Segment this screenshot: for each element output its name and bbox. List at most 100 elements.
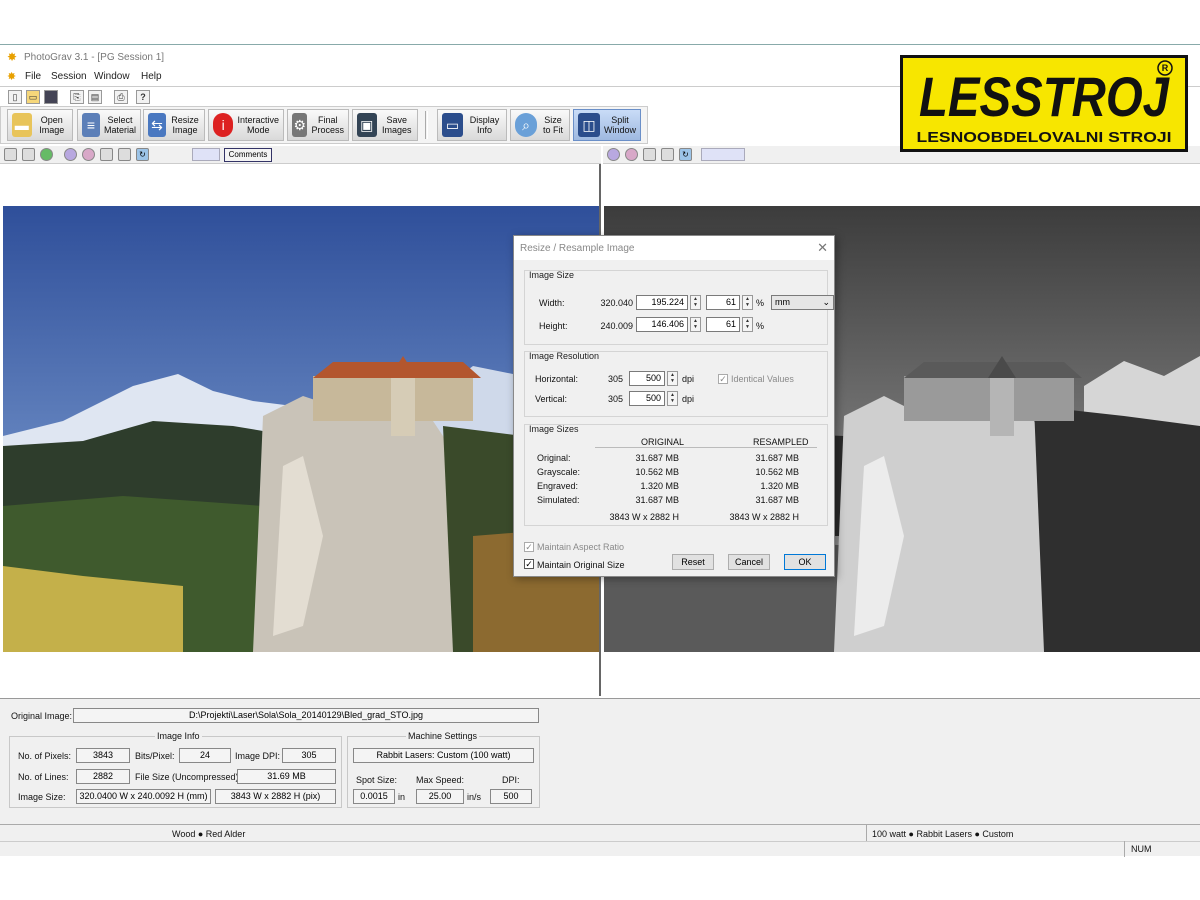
width-original: 320.040 [600,298,633,308]
size-row-label: Original: [537,453,571,463]
max-speed-unit: in/s [467,792,482,802]
registered-mark-text: R [1162,63,1169,73]
button-label-line1: Display [469,115,500,125]
color-icon[interactable] [625,148,638,161]
target-icon[interactable] [64,148,77,161]
vertical-original: 305 [607,394,623,404]
globe-icon[interactable] [40,148,53,161]
view-icon[interactable] [4,148,17,161]
spot-size-label: Spot Size: [356,775,398,785]
maintain-original-checkbox[interactable]: ✓ [524,559,534,569]
filesize-label: File Size (Uncompressed): [135,772,242,782]
size-to-fit-button[interactable]: ⌕ Size to Fit [510,109,570,141]
size-row-resampled: 1.320 MB [760,481,799,491]
size-row-label: Simulated: [537,495,580,505]
maintain-original-label: Maintain Original Size [537,560,625,570]
header-divider [595,447,817,448]
maintain-aspect-checkbox[interactable]: ✓ [524,542,534,552]
split-window-button[interactable]: ◫ Split Window [573,109,641,141]
pixels-label: No. of Pixels: [18,751,72,761]
display-info-button[interactable]: ▭ Display Info [437,109,507,141]
final-process-button[interactable]: ⚙ Final Process [287,109,349,141]
width-spinner[interactable]: ▲ ▼ [690,295,701,310]
vertical-spinner[interactable]: ▲ ▼ [667,391,678,406]
height-percent-input[interactable]: 61 [706,317,740,332]
refresh-icon[interactable]: ↻ [136,148,149,161]
col-original-header: ORIGINAL [641,437,685,447]
refresh-icon[interactable]: ↻ [679,148,692,161]
target-icon[interactable] [607,148,620,161]
status-divider [866,825,867,841]
logo-wordmark: LESSTROJ [919,65,1171,128]
size-row-original: 1.320 MB [640,481,679,491]
layers-icon[interactable] [643,148,656,161]
button-label-line1: Split [611,115,629,125]
comments-button[interactable]: Comments [224,148,272,162]
print-icon[interactable]: ⎙ [114,90,128,104]
size-row-original: 10.562 MB [635,467,679,477]
pane-indicator [192,148,220,161]
color-icon[interactable] [82,148,95,161]
horizontal-dpi-input[interactable]: 500 [629,371,665,386]
left-pane-toolbar: ↻ Comments [0,146,601,164]
window-icon[interactable] [22,148,35,161]
machine-dpi-value: 500 [490,789,532,804]
menu-help[interactable]: Help [141,71,162,82]
layers-icon[interactable] [100,148,113,161]
image-dpi-label: Image DPI: [235,751,281,761]
original-image-path: D:\Projekti\Laser\Sola\Sola_20140129\Ble… [73,708,539,723]
cancel-button[interactable]: Cancel [728,554,770,570]
magnifier-icon: ⌕ [515,113,538,137]
identical-values-label: Identical Values [731,374,794,384]
group-title: Image Sizes [529,424,579,434]
paste-icon[interactable]: ▤ [88,90,102,104]
help-icon[interactable]: ? [136,90,150,104]
menu-session[interactable]: Session [51,71,87,82]
vertical-dpi-input[interactable]: 500 [629,391,665,406]
button-label-line2: Mode [246,125,270,135]
menu-file[interactable]: File [25,71,41,82]
lesstroj-logo: LESSTROJ R LESNOOBDELOVALNI STROJI [900,55,1188,152]
ok-button[interactable]: OK [784,554,826,570]
dims-resampled: 3843 W x 2882 H [729,512,799,522]
close-icon[interactable]: ✕ [817,240,828,256]
horizontal-original: 305 [607,374,623,384]
height-spinner[interactable]: ▲ ▼ [690,317,701,332]
open-folder-icon[interactable]: ▭ [26,90,40,104]
machine-settings-title: Machine Settings [406,731,480,741]
reset-button[interactable]: Reset [672,554,714,570]
max-speed-label: Max Speed: [416,775,465,785]
save-disk-icon[interactable] [44,90,58,104]
save-images-button[interactable]: ▣ Save Images [352,109,418,141]
max-speed-value: 25.00 [416,789,464,804]
identical-values-checkbox[interactable]: ✓ [718,374,728,384]
height-input[interactable]: 146.406 [636,317,688,332]
split-window-icon: ◫ [578,113,600,137]
horizontal-spinner[interactable]: ▲ ▼ [667,371,678,386]
button-label-line1: Save [386,115,407,125]
lines-label: No. of Lines: [18,772,69,782]
select-material-button[interactable]: ≡ Select Material [77,109,141,141]
maintain-aspect-label: Maintain Aspect Ratio [537,542,625,552]
button-label-line2: Window [603,125,636,135]
height-percent-spinner[interactable]: ▲ ▼ [742,317,753,332]
dialog-title-bar: Resize / Resample Image ✕ [514,236,834,260]
size-row-label: Engraved: [537,481,579,491]
stack-icon[interactable] [118,148,131,161]
resize-resample-dialog: Resize / Resample Image ✕ Image Size Wid… [513,235,835,577]
interactive-mode-button[interactable]: i Interactive Mode [208,109,284,141]
image-dpi-value: 305 [282,748,336,763]
width-percent-spinner[interactable]: ▲ ▼ [742,295,753,310]
unit-select[interactable]: mm ⌄ [771,295,834,310]
percent-sign: % [756,321,765,331]
width-input[interactable]: 195.224 [636,295,688,310]
menu-window[interactable]: Window [94,71,130,82]
resize-image-button[interactable]: ⇆ Resize Image [143,109,205,141]
copy-icon[interactable]: ⎘ [70,90,84,104]
button-label-line2: Images [381,125,412,135]
new-file-icon[interactable]: ▯ [8,90,22,104]
status-divider [1124,841,1125,857]
width-percent-input[interactable]: 61 [706,295,740,310]
stack-icon[interactable] [661,148,674,161]
open-image-button[interactable]: ▬ Open Image [7,109,73,141]
